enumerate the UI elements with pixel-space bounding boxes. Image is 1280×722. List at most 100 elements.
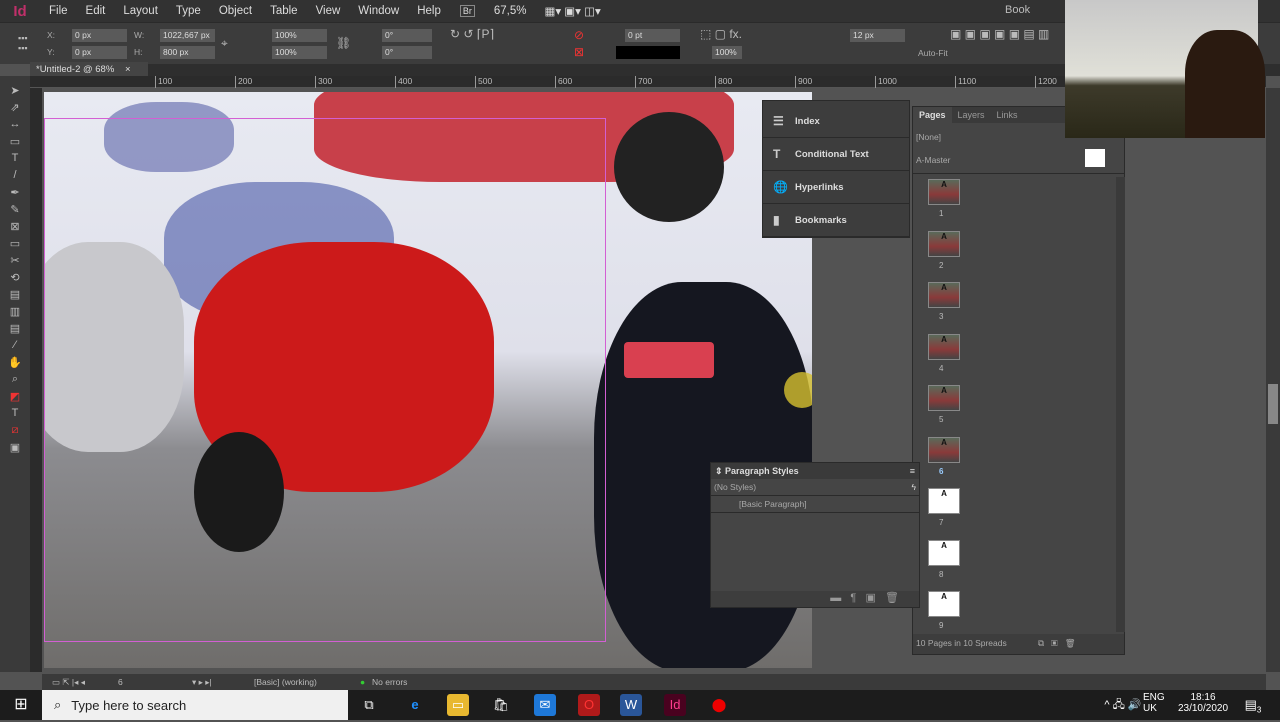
menu-layout[interactable]: Layout (114, 5, 167, 17)
fitting-icons[interactable]: ▣ ▣ ▣ ▣ ▣ ▤ ▥ (950, 27, 1049, 41)
lightning-icon[interactable]: ϟ (912, 482, 917, 492)
menu-view[interactable]: View (307, 5, 350, 17)
file-explorer-icon[interactable]: ▭ (447, 694, 469, 716)
stroke-weight-field[interactable]: 0 pt (625, 29, 680, 42)
word-icon[interactable]: W (620, 694, 642, 716)
preflight-profile[interactable]: [Basic] (working) (254, 677, 317, 687)
rotate-field[interactable]: 0° (382, 29, 432, 42)
master-a[interactable]: A-Master (916, 155, 950, 165)
menu-window[interactable]: Window (349, 5, 408, 17)
opera-icon[interactable]: O (578, 694, 600, 716)
opacity-field[interactable]: 100% (712, 46, 742, 59)
gradient-feather-icon[interactable]: ▥ (0, 305, 30, 322)
clock[interactable]: 18:16 23/10/2020 (1176, 692, 1230, 714)
note-tool-icon[interactable]: ▤ (0, 322, 30, 339)
gap-tool-icon[interactable]: ↔ (0, 118, 30, 135)
workspace-select[interactable]: Book (1005, 4, 1030, 16)
document-tab[interactable]: *Untitled-2 @ 68% × (30, 62, 148, 77)
menu-object[interactable]: Object (210, 5, 261, 17)
screen-mode-icon[interactable]: ▣ (0, 441, 30, 458)
pencil-tool-icon[interactable]: ✎ (0, 203, 30, 220)
vertical-ruler[interactable] (30, 88, 42, 672)
panel-conditional-text[interactable]: T Conditional Text (763, 138, 909, 171)
page-nav-icons[interactable]: ▭ ⇱ |◂ ◂ (52, 677, 85, 688)
menu-type[interactable]: Type (167, 5, 210, 17)
tab-links[interactable]: Links (991, 107, 1024, 123)
apply-none-icon[interactable]: ⧄ (0, 424, 30, 441)
menu-table[interactable]: Table (261, 5, 307, 17)
menu-file[interactable]: File (40, 5, 77, 17)
pages-scrollbar[interactable] (1116, 177, 1125, 632)
page-thumbnail[interactable]: A (928, 385, 960, 411)
rotate-icons[interactable]: ↻ ↺ ⌈P⌉ (450, 27, 494, 41)
rectangle-tool-icon[interactable]: ▭ (0, 237, 30, 254)
screen-mode-icon[interactable]: ▦▾ ▣▾ ◫▾ (535, 4, 609, 18)
store-icon[interactable]: 🛍 (490, 694, 512, 716)
fill-none-icon[interactable]: ⊘ (574, 28, 584, 42)
panel-bookmarks[interactable]: ▮ Bookmarks (763, 204, 909, 237)
master-thumbnail[interactable] (1085, 149, 1105, 167)
master-none[interactable]: [None] (916, 132, 941, 142)
page-thumbnail[interactable]: A (928, 591, 960, 617)
edge-icon[interactable]: e (404, 694, 426, 716)
page-nav-next-icons[interactable]: ▾ ▸ ▸| (192, 677, 212, 688)
indesign-icon[interactable]: Id (664, 694, 686, 716)
autofit-checkbox[interactable]: Auto-Fit (918, 48, 948, 58)
zoom-level-select[interactable]: 67,5% (485, 5, 536, 17)
page-number-field[interactable]: 6 (118, 677, 123, 687)
menu-edit[interactable]: Edit (77, 5, 115, 17)
panel-actions-icons[interactable]: ▬ ¶ ▣ 🗑 (711, 591, 919, 607)
scale-x-field[interactable]: 100% (272, 29, 327, 42)
scissors-tool-icon[interactable]: ✂ (0, 254, 30, 271)
taskbar-search[interactable]: ⌕ Type here to search (42, 690, 348, 720)
scale-y-field[interactable]: 100% (272, 46, 327, 59)
y-field[interactable]: 0 px (72, 46, 127, 59)
constrain-icon[interactable]: ⌖ (221, 36, 228, 51)
stroke-type-select[interactable] (616, 46, 680, 59)
vertical-scrollbar[interactable] (1266, 88, 1280, 672)
stroke-none-icon[interactable]: ⊠ (574, 45, 584, 59)
page-thumbnail[interactable]: A (928, 539, 960, 566)
language-indicator[interactable]: ENG UK (1143, 692, 1165, 714)
menu-help[interactable]: Help (408, 5, 450, 17)
type-tool-icon[interactable]: T (0, 152, 30, 169)
gradient-tool-icon[interactable]: ▤ (0, 288, 30, 305)
link-icon[interactable]: ⛓ (336, 36, 351, 50)
page-thumbnail[interactable]: A (928, 333, 960, 360)
selection-tool-icon[interactable]: ➤ (0, 84, 30, 101)
tab-pages[interactable]: Pages (913, 107, 952, 123)
task-view-icon[interactable]: ⧉ (358, 694, 380, 716)
panel-hyperlinks[interactable]: 🌐 Hyperlinks (763, 171, 909, 204)
preflight-errors[interactable]: No errors (372, 677, 407, 687)
effects-icon[interactable]: ⬚ ▢ fx. (700, 27, 742, 41)
eyedropper-tool-icon[interactable]: ⁄ (0, 339, 30, 356)
shear-field[interactable]: 0° (382, 46, 432, 59)
panel-menu-icon[interactable]: ≡ (910, 466, 915, 476)
page-thumbnail[interactable]: A (928, 230, 960, 257)
hand-tool-icon[interactable]: ✋ (0, 356, 30, 373)
recorder-icon[interactable]: ⬤ (708, 694, 730, 716)
page-thumbnail[interactable]: A (928, 436, 960, 463)
reference-point-icon[interactable]: ▪▪▪ ▪▪▪ (18, 33, 28, 53)
page-thumbnail[interactable]: A (928, 488, 960, 514)
bridge-button[interactable]: Br (459, 5, 475, 17)
formatting-icon[interactable]: T (0, 407, 30, 424)
panel-index[interactable]: ☰ Index (763, 105, 909, 138)
zoom-tool-icon[interactable]: ⌕ (0, 373, 30, 390)
notifications-icon[interactable]: ▤3 (1242, 694, 1264, 716)
line-tool-icon[interactable]: / (0, 169, 30, 186)
direct-selection-tool-icon[interactable]: ⇗ (0, 101, 30, 118)
style-item[interactable]: [Basic Paragraph] (711, 496, 919, 513)
content-collector-icon[interactable]: ▭ (0, 135, 30, 152)
mail-icon[interactable]: ✉ (534, 694, 556, 716)
panel-title[interactable]: ⇕ Paragraph Styles ≡ (711, 463, 919, 479)
fill-stroke-icon[interactable]: ◩ (0, 390, 30, 407)
width-field[interactable]: 1022,667 px (160, 29, 215, 42)
height-field[interactable]: 800 px (160, 46, 215, 59)
free-transform-tool-icon[interactable]: ⟲ (0, 271, 30, 288)
page-thumbnail[interactable]: A (928, 282, 960, 308)
rectangle-frame-tool-icon[interactable]: ⊠ (0, 220, 30, 237)
x-field[interactable]: 0 px (72, 29, 127, 42)
windows-start-icon[interactable]: ⊞ (10, 694, 32, 716)
pen-tool-icon[interactable]: ✒ (0, 186, 30, 203)
